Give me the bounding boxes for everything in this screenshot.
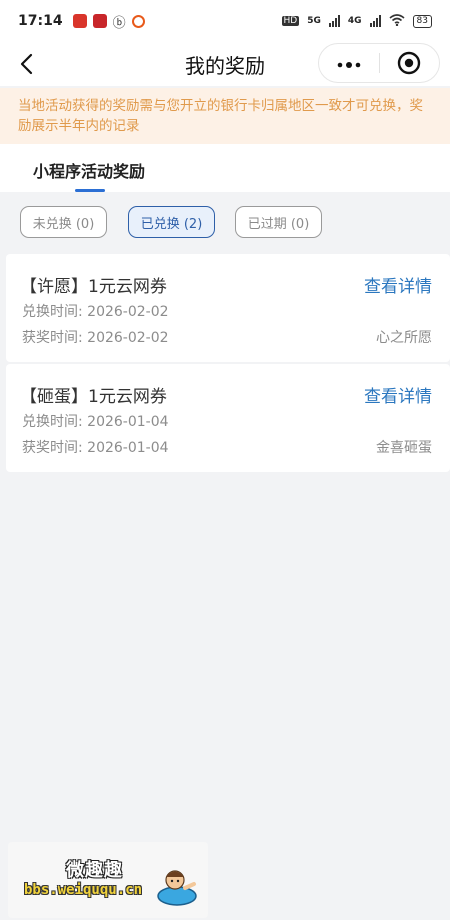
filter-unredeemed[interactable]: 未兑换 (0) bbox=[20, 206, 107, 238]
tab-bar: 小程序活动奖励 bbox=[0, 144, 450, 192]
signal-icon bbox=[328, 15, 340, 27]
more-dots-icon bbox=[337, 61, 361, 68]
tab-active-indicator bbox=[75, 189, 105, 192]
view-details-link[interactable]: 查看详情 bbox=[364, 272, 432, 297]
redeem-time: 兑换时间: 2026-02-02 bbox=[22, 304, 169, 320]
hd-indicator: HD bbox=[281, 16, 300, 26]
reward-card: 【砸蛋】1元云网券 查看详情 兑换时间: 2026-01-04 获奖时间: 20… bbox=[6, 364, 450, 472]
network-5g-label: 5G bbox=[307, 16, 321, 26]
battery-icon: 83 bbox=[412, 14, 432, 28]
more-button[interactable] bbox=[319, 54, 379, 73]
target-close-icon bbox=[398, 51, 421, 75]
status-time: 17:14 bbox=[18, 13, 63, 29]
app-notification-icon bbox=[72, 14, 87, 28]
activity-name: 金喜砸蛋 bbox=[376, 440, 432, 456]
app-notification-icon bbox=[92, 14, 107, 28]
close-miniprogram-button[interactable] bbox=[380, 51, 440, 75]
filter-redeemed[interactable]: 已兑换 (2) bbox=[128, 206, 215, 238]
signal-icon bbox=[369, 15, 381, 27]
view-details-link[interactable]: 查看详情 bbox=[364, 382, 432, 407]
reward-title: 【砸蛋】1元云网券 bbox=[20, 387, 167, 407]
notice-banner: 当地活动获得的奖励需与您开立的银行卡归属地区一致才可兑换，奖励展示半年内的记录 bbox=[0, 88, 450, 144]
activity-name: 心之所愿 bbox=[376, 330, 432, 346]
network-4g-label: 4G bbox=[347, 16, 362, 26]
wifi-icon bbox=[389, 13, 405, 29]
navigation-bar: 我的奖励 bbox=[0, 42, 450, 86]
award-time: 获奖时间: 2026-01-04 bbox=[22, 440, 169, 456]
status-bar: 17:14 ⓑ HD 5G 4G 83 bbox=[0, 0, 450, 42]
award-time: 获奖时间: 2026-02-02 bbox=[22, 330, 169, 346]
redeem-time: 兑换时间: 2026-01-04 bbox=[22, 414, 169, 430]
miniprogram-capsule bbox=[318, 43, 440, 83]
app-notification-icon: ⓑ bbox=[112, 15, 126, 31]
watermark-name: 微趣趣 bbox=[66, 860, 123, 881]
watermark: 微趣趣 bbs.weiququ.cn bbox=[8, 842, 208, 918]
tab-miniprogram-rewards[interactable]: 小程序活动奖励 bbox=[33, 158, 145, 182]
reward-card: 【许愿】1元云网券 查看详情 兑换时间: 2026-02-02 获奖时间: 20… bbox=[6, 254, 450, 362]
mascot-icon bbox=[157, 870, 197, 906]
filter-expired[interactable]: 已过期 (0) bbox=[235, 206, 322, 238]
app-notification-icon bbox=[131, 14, 145, 28]
reward-title: 【许愿】1元云网券 bbox=[20, 277, 167, 297]
notification-icons: ⓑ bbox=[72, 12, 145, 31]
watermark-url: bbs.weiququ.cn bbox=[24, 882, 143, 898]
